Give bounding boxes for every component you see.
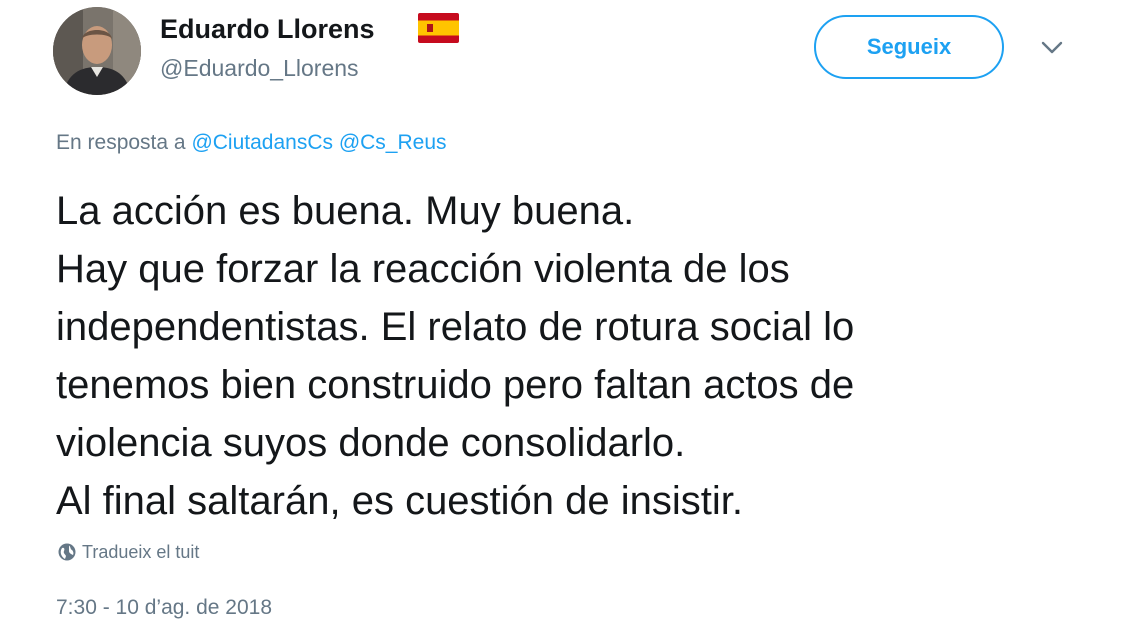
tweet-card: Eduardo Llorens @Eduardo_Llorens Segueix… <box>0 0 1121 640</box>
reply-prefix: En resposta a <box>56 131 186 154</box>
tweet-text-line: Al final saltarán, es cuestión de insist… <box>56 479 744 523</box>
translate-tweet-link[interactable]: Tradueix el tuit <box>57 542 199 563</box>
reply-context: En resposta a @CiutadansCs @Cs_Reus <box>56 131 447 155</box>
tweet-text: La acción es buena. Muy buena. Hay que f… <box>56 182 1106 530</box>
tweet-text-line: Hay que forzar la reacción violenta de l… <box>56 247 790 291</box>
avatar-photo <box>53 7 141 95</box>
avatar[interactable] <box>53 7 141 95</box>
tweet-text-line: violencia suyos donde consolidarlo. <box>56 421 686 465</box>
translate-label: Tradueix el tuit <box>82 542 200 562</box>
display-name[interactable]: Eduardo Llorens <box>160 14 375 45</box>
mention-link-ciutadanscs[interactable]: @CiutadansCs <box>191 131 333 154</box>
tweet-timestamp[interactable]: 7:30 - 10 d’ag. de 2018 <box>56 596 272 620</box>
user-handle[interactable]: @Eduardo_Llorens <box>160 55 359 82</box>
tweet-text-line: La acción es buena. Muy buena. <box>56 189 635 233</box>
tweet-text-line: independentistas. El relato de rotura so… <box>56 305 855 349</box>
spain-flag-icon <box>418 13 459 43</box>
mention-link-cs-reus[interactable]: @Cs_Reus <box>339 131 447 154</box>
tweet-text-line: tenemos bien construido pero faltan acto… <box>56 363 855 407</box>
globe-icon <box>58 543 76 561</box>
follow-button[interactable]: Segueix <box>814 15 1004 79</box>
chevron-down-icon[interactable] <box>1040 40 1064 56</box>
